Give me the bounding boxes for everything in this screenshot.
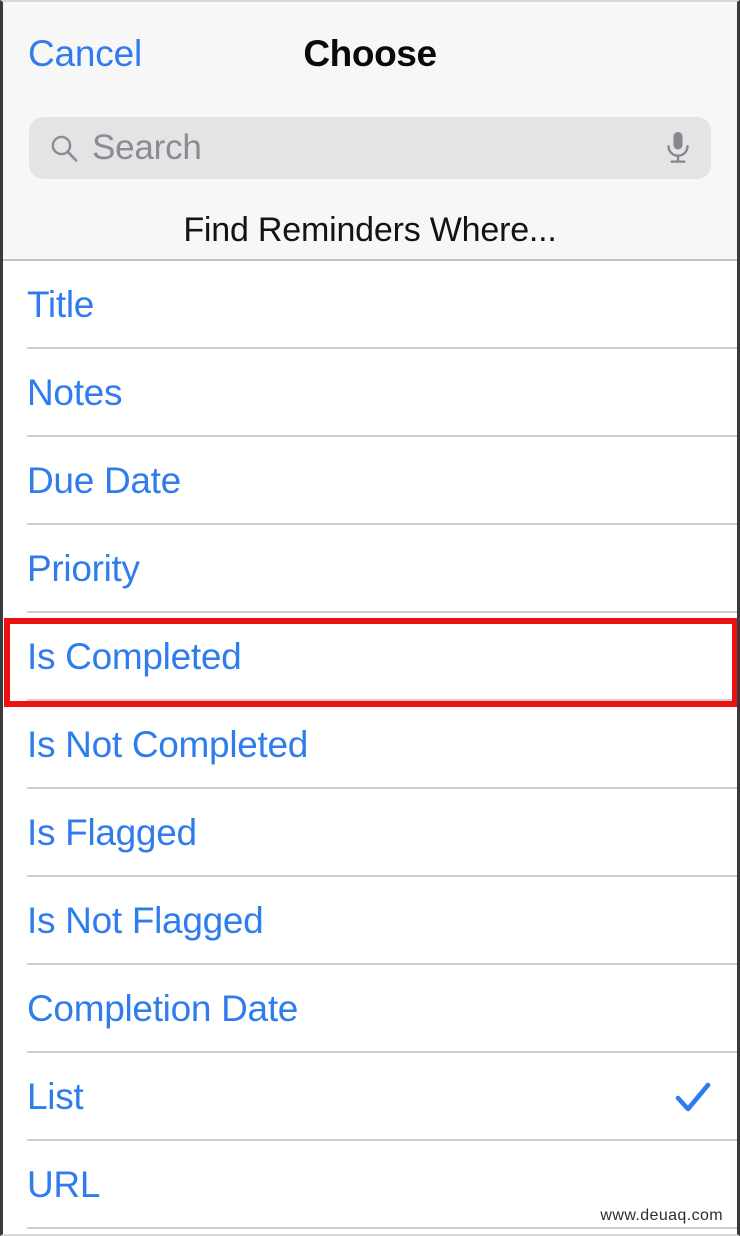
app-screen: Cancel Choose Search Find Reminders Wher… bbox=[0, 0, 740, 1236]
list-item-priority[interactable]: Priority bbox=[3, 525, 737, 613]
list-item-label: List bbox=[27, 1076, 84, 1117]
page-title: Choose bbox=[303, 33, 437, 74]
list-item-list[interactable]: List bbox=[3, 1053, 737, 1141]
microphone-icon[interactable] bbox=[663, 130, 693, 166]
list-item-is-not-completed[interactable]: Is Not Completed bbox=[3, 701, 737, 789]
search-input[interactable]: Search bbox=[29, 117, 711, 179]
list-item-label: Title bbox=[27, 284, 95, 325]
search-icon bbox=[49, 133, 79, 163]
list-item-is-not-flagged[interactable]: Is Not Flagged bbox=[3, 877, 737, 965]
search-placeholder: Search bbox=[92, 128, 202, 167]
list-item-due-date[interactable]: Due Date bbox=[3, 437, 737, 525]
list-item-label: Priority bbox=[27, 548, 140, 589]
list-item-notes[interactable]: Notes bbox=[3, 349, 737, 437]
navigation-bar: Cancel Choose bbox=[3, 2, 737, 106]
list-item-title[interactable]: Title bbox=[3, 261, 737, 349]
list-item-is-completed[interactable]: Is Completed bbox=[3, 613, 737, 701]
criteria-list: Title Notes Due Date Priority Is Complet… bbox=[3, 261, 737, 1229]
list-item-label: Completion Date bbox=[27, 988, 299, 1029]
list-item-label: URL bbox=[27, 1164, 101, 1205]
list-item-label: Is Not Completed bbox=[27, 724, 309, 765]
list-item-label: Is Completed bbox=[27, 636, 242, 677]
list-item-is-flagged[interactable]: Is Flagged bbox=[3, 789, 737, 877]
header: Cancel Choose Search Find Reminders Wher… bbox=[3, 2, 737, 261]
section-caption: Find Reminders Where... bbox=[183, 211, 557, 249]
list-item-label: Is Flagged bbox=[27, 812, 197, 853]
list-item-label: Notes bbox=[27, 372, 123, 413]
watermark: www.deuaq.com bbox=[600, 1207, 723, 1224]
list-item-label: Is Not Flagged bbox=[27, 900, 264, 941]
list-item-completion-date[interactable]: Completion Date bbox=[3, 965, 737, 1053]
list-item-label: Due Date bbox=[27, 460, 181, 501]
search-bar: Search bbox=[29, 117, 711, 179]
checkmark-icon bbox=[673, 1077, 713, 1117]
